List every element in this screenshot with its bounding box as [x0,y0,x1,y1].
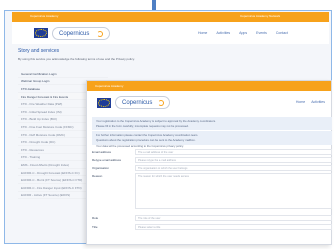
title-select[interactable]: Please select a title [135,224,332,230]
copernicus-logo-text: Copernicus [59,31,90,37]
info-text: Your data will be processed according to… [96,143,184,148]
retype-email-row: Retype email address Please retype the e… [92,157,332,163]
eu-flag-icon [34,28,48,38]
modal-header: Copernicus [87,91,331,114]
page-title: Story and services [18,48,60,54]
back-nav-contact[interactable]: Contact [276,31,288,35]
back-nav-events[interactable]: Events [256,31,267,35]
reason-label: Reason [92,174,103,178]
title-row: Title Please select a title [92,224,332,230]
reason-placeholder: The reason for which the user needs acce… [138,175,189,178]
back-top-bar-right: Copernicus Academy Network [240,14,281,18]
modal-nav-home[interactable]: Home [296,100,305,104]
copernicus-logo-text: Copernicus [122,100,153,106]
role-row: Role The role of the user [92,215,332,221]
modal-nav-activities[interactable]: Activities [311,100,325,104]
email-field[interactable]: The e-mail address of the user [135,149,332,155]
back-nav-home[interactable]: Home [198,31,207,35]
registration-modal: Copernicus Academy Copernicus Home Activ… [86,80,332,245]
reason-textarea[interactable]: The reason for which the user needs acce… [135,173,332,209]
copernicus-swirl-icon [97,31,103,37]
retype-email-label: Retype email address [92,158,122,162]
organisation-row: Organisation The organisation to which t… [92,165,332,171]
email-row: Email address The e-mail address of the … [92,149,332,155]
retype-email-field[interactable]: Please retype the e-mail address [135,157,332,163]
back-nav: Home Activities Apps Events Contact [198,31,288,35]
email-label: Email address [92,150,112,154]
copernicus-swirl-icon [158,100,164,106]
copernicus-logo[interactable]: Copernicus [115,96,170,109]
copernicus-logo[interactable]: Copernicus [52,27,110,40]
info-box: For further information please contact t… [92,131,332,148]
modal-top-bar: Copernicus Academy [87,81,331,91]
organisation-field[interactable]: The organisation to which the user belon… [135,165,332,171]
modal-nav: Home Activities [296,100,325,104]
eu-flag-icon [97,98,111,108]
connector-line [152,0,156,10]
modal-top-bar-label: Copernicus Academy [95,83,124,88]
page-description: By using this service you acknowledge th… [18,57,135,61]
organisation-label: Organisation [92,166,110,170]
back-nav-apps[interactable]: Apps [239,31,247,35]
role-field[interactable]: The role of the user [135,215,332,221]
back-top-bar-left: Copernicus Academy [30,14,59,18]
sidebar-item[interactable]: General Certification Login [18,70,108,78]
info-box: Your registration to the Copernicus Acad… [92,117,332,134]
title-label: Title [92,225,98,229]
role-label: Role [92,216,99,220]
back-nav-activities[interactable]: Activities [216,31,230,35]
back-top-bar: Copernicus Academy Copernicus Academy Ne… [12,12,329,22]
